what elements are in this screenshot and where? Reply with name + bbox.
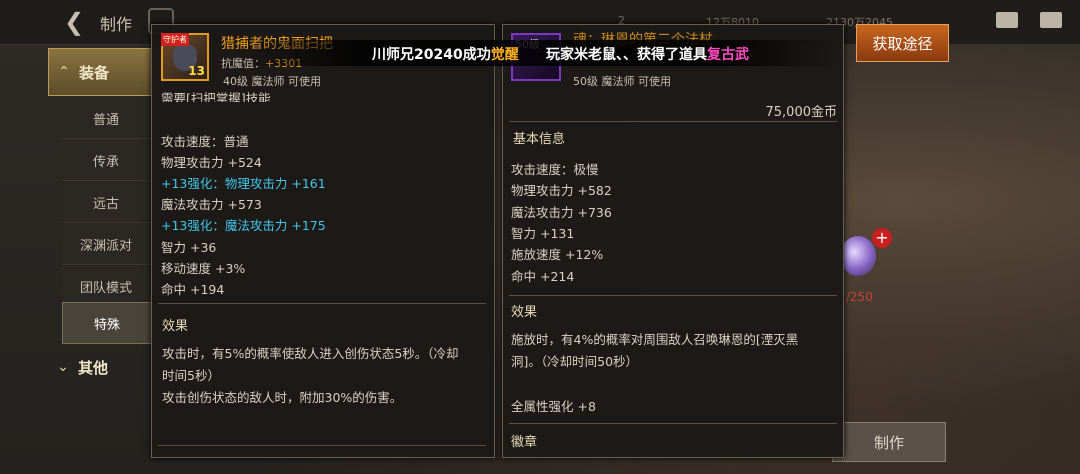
sidebar-category-label: 装备 — [79, 63, 110, 82]
stat-line: 魔法攻击力 +736 — [511, 205, 612, 220]
item-price: 75,000金币 — [765, 105, 838, 120]
basic-info-header: 基本信息 — [513, 132, 566, 147]
stat-line: 物理攻击力 +524 — [161, 155, 262, 170]
chevron-down-icon: ⌄ — [57, 359, 69, 375]
stat-line: +13强化：物理攻击力 +161 — [161, 176, 326, 191]
add-icon[interactable]: + — [872, 228, 892, 248]
item-requirement: 50级 魔法师 可使用 — [573, 75, 671, 88]
sidebar-category-label: 其他 — [78, 358, 109, 377]
sidebar-item-team[interactable]: 团队模式 — [62, 266, 150, 307]
stat-line: 命中 +214 — [511, 269, 575, 284]
stat-line: 攻击速度：普通 — [161, 134, 249, 149]
sidebar: ⌃ 装备 普通 传承 远古 深渊派对 团队模式 特殊 ⌄ 其他 — [48, 48, 152, 468]
divider — [158, 445, 486, 446]
acquire-route-button[interactable]: 获取途径 — [856, 24, 949, 62]
broadcast-message: 玩家米老鼠、、获得了道具复古武 — [546, 44, 749, 64]
sidebar-item-legacy[interactable]: 传承 — [62, 140, 150, 181]
broadcast-highlight: 复古武 — [707, 47, 749, 63]
stat-line: +13强化：魔法攻击力 +175 — [161, 218, 326, 233]
item-tooltip-left: 守护者 13 猎捕者的鬼面扫把 抗魔值：+3301 40级 魔法师 可使用 需要… — [151, 24, 495, 458]
effect-line: 洞]。（冷却时间50秒） — [511, 354, 639, 369]
effect-line: 施放时，有4%的概率对周围敌人召唤琳恩的[湮灭黑 — [511, 332, 799, 347]
stat-line: 智力 +131 — [511, 226, 575, 241]
broadcast-banner: 川师兄20240成功觉醒 玩家米老鼠、、获得了道具复古武 — [240, 40, 840, 66]
sidebar-item-normal[interactable]: 普通 — [62, 98, 150, 139]
stat-line: 移动速度 +3% — [161, 261, 246, 276]
item-tooltip-right: 50级 魂：琳恩的第二个法杖 50级 魔法师 可使用 75,000金币 基本信息… — [502, 24, 844, 458]
sidebar-item-ancient[interactable]: 远古 — [62, 182, 150, 223]
chat-icon[interactable] — [1040, 12, 1062, 28]
broadcast-highlight: 觉醒 — [490, 47, 519, 63]
stat-line: 攻击速度：极慢 — [511, 162, 599, 177]
mail-icon[interactable] — [996, 12, 1018, 28]
badge-header: 徽章 — [511, 435, 538, 450]
make-button[interactable]: 制作 — [832, 422, 946, 462]
effect-header: 效果 — [511, 305, 538, 320]
divider — [158, 303, 486, 304]
sidebar-category-equipment[interactable]: ⌃ 装备 — [48, 48, 152, 96]
effect-text: 攻击时，有5%的概率使敌人进入创伤状态5秒。（冷却 时间5秒） 攻击创伤状态的敌… — [162, 343, 459, 409]
stat-line: 魔法攻击力 +573 — [161, 197, 262, 212]
stat-line: 智力 +36 — [161, 240, 217, 255]
sidebar-item-special[interactable]: 特殊 — [62, 302, 152, 344]
stat-line: 施放速度 +12% — [511, 247, 604, 262]
broadcast-message: 川师兄20240成功觉醒 — [372, 44, 519, 64]
divider — [509, 295, 837, 296]
effect-header: 效果 — [162, 319, 189, 334]
effect-line: 时间5秒） — [162, 368, 220, 383]
effect-text: 施放时，有4%的概率对周围敌人召唤琳恩的[湮灭黑 洞]。（冷却时间50秒） — [511, 329, 798, 373]
effect-line: 攻击创伤状态的敌人时，附加30%的伤害。 — [162, 390, 403, 405]
chevron-up-icon: ⌃ — [58, 64, 70, 80]
all-attribute-line: 全属性强化 +8 — [511, 399, 596, 414]
material-count: /250 — [846, 290, 873, 304]
skill-requirement: 需要[扫把掌握]技能 — [161, 91, 271, 102]
sidebar-item-abyss[interactable]: 深渊派对 — [62, 224, 150, 265]
broom-weapon-icon: 守护者 13 — [161, 33, 209, 81]
top-icons — [996, 12, 1062, 28]
stat-line: 命中 +194 — [161, 282, 225, 297]
back-arrow-icon[interactable]: ❮ — [64, 8, 92, 36]
stat-line: 物理攻击力 +582 — [511, 183, 612, 198]
sidebar-category-other[interactable]: ⌄ 其他 — [48, 344, 150, 390]
broadcast-text: 川师兄20240成功 — [372, 47, 491, 63]
effect-line: 攻击时，有5%的概率使敌人进入创伤状态5秒。（冷却 — [162, 346, 459, 361]
page-title: 制作 — [100, 15, 133, 34]
item-requirement: 40级 魔法师 可使用 — [223, 75, 321, 88]
broadcast-text: 玩家米老鼠、、获得了道具 — [546, 47, 707, 63]
enhance-level: 13 — [188, 64, 205, 78]
divider — [509, 423, 837, 424]
item-tag: 守护者 — [161, 33, 189, 46]
material-orb-icon[interactable] — [840, 236, 876, 276]
divider — [509, 121, 837, 122]
